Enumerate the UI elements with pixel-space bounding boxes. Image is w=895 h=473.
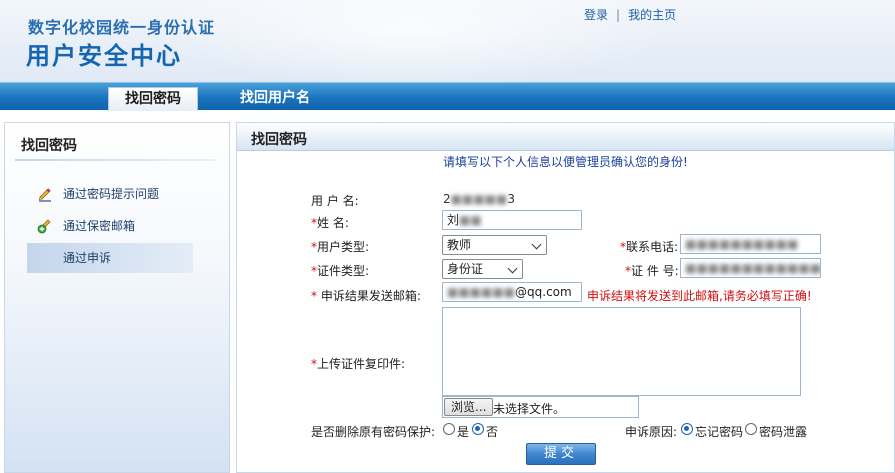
main-panel: 找回密码 请填写以下个人信息以便管理员确认您的身份! 用 户 名: 2■■■■■… <box>236 122 895 473</box>
sidebar-divider <box>15 159 215 161</box>
name-input[interactable]: 刘■■ <box>442 210 582 230</box>
app-root: 数字化校园统一身份认证 用户安全中心 登录 | 我的主页 找回密码 找回用户名 找回… <box>0 0 895 473</box>
submit-button[interactable]: 提交 <box>526 443 596 465</box>
header: 数字化校园统一身份认证 用户安全中心 登录 | 我的主页 <box>0 0 895 82</box>
pencil-icon <box>38 188 51 202</box>
usertype-value: 教师 <box>447 238 472 252</box>
username-value: 2■■■■■3 <box>443 192 515 206</box>
main-header: 找回密码 <box>237 123 894 151</box>
sidebar-item-appeal[interactable]: 通过申诉 <box>27 243 193 273</box>
email-input[interactable]: ■■■■■■@qq.com <box>442 282 582 302</box>
reason-forgot-label: 忘记密码 <box>695 425 744 439</box>
sidebar-item-label: 通过密码提示问题 <box>63 187 160 201</box>
usertype-label: *用户类型: <box>311 240 370 254</box>
phone-label: *联系电话: <box>620 240 679 254</box>
usertype-select[interactable]: 教师 <box>442 235 547 255</box>
username-value-head: 2 <box>443 192 451 206</box>
delete-no-radio[interactable] <box>472 423 484 435</box>
sidebar-title: 找回密码 <box>21 138 77 154</box>
upload-label: *上传证件复印件: <box>311 357 406 371</box>
chevron-down-icon <box>531 239 542 250</box>
name-redacted: ■■ <box>459 213 482 227</box>
delete-no-label: 否 <box>486 425 499 439</box>
tab-find-password[interactable]: 找回密码 <box>108 87 198 111</box>
username-label: 用 户 名: <box>311 194 359 208</box>
nav-bar: 找回密码 找回用户名 <box>0 82 895 111</box>
idtype-value: 身份证 <box>447 262 484 276</box>
name-label: *姓 名: <box>311 216 349 230</box>
top-links: 登录 | 我的主页 <box>584 6 676 23</box>
email-label: * 申诉结果发送邮箱: <box>311 289 421 303</box>
reason-leak-radio[interactable] <box>745 423 757 435</box>
chevron-down-icon <box>507 263 518 274</box>
email-value: @qq.com <box>515 285 572 299</box>
notice-text: 请填写以下个人信息以便管理员确认您的身份! <box>443 155 688 169</box>
sidebar-item-secure-email[interactable]: 通过保密邮箱 <box>27 211 193 241</box>
sidebar-item-password-question[interactable]: 通过密码提示问题 <box>27 179 193 209</box>
idno-redacted: ■■■■■■■■■■■■■ <box>685 261 821 275</box>
phone-input[interactable]: ■■■■■■■■■■ <box>680 234 821 254</box>
email-redacted: ■■■■■■ <box>447 285 516 299</box>
add-mail-icon <box>37 219 51 234</box>
system-subtitle: 数字化校园统一身份认证 <box>28 18 216 37</box>
idno-label: *证 件 号: <box>625 264 679 278</box>
idno-input[interactable]: ■■■■■■■■■■■■■7 <box>680 258 821 278</box>
delete-protection-label: 是否删除原有密码保护: <box>311 425 436 439</box>
link-separator: | <box>616 8 621 22</box>
tab-find-username[interactable]: 找回用户名 <box>224 87 326 111</box>
email-warning: 申诉结果将发送到此邮箱,请务必填写正确! <box>587 289 812 303</box>
reason-label: 申诉原因: <box>625 425 678 439</box>
delete-yes-radio[interactable] <box>443 423 455 435</box>
sidebar: 找回密码 通过密码提示问题 通过保密邮箱 通过申诉 <box>4 122 230 473</box>
file-input[interactable]: 浏览... 未选择文件。 <box>442 396 639 418</box>
my-homepage-link[interactable]: 我的主页 <box>628 8 676 22</box>
system-title: 用户安全中心 <box>26 42 182 70</box>
delete-yes-label: 是 <box>457 425 470 439</box>
phone-redacted: ■■■■■■■■■■ <box>685 237 799 251</box>
sidebar-item-label: 通过申诉 <box>63 251 112 265</box>
reason-forgot-radio[interactable] <box>681 423 693 435</box>
main-title: 找回密码 <box>251 132 307 148</box>
sidebar-item-label: 通过保密邮箱 <box>63 219 136 233</box>
username-redacted: ■■■■■ <box>450 192 508 206</box>
username-value-tail: 3 <box>507 192 515 206</box>
browse-button[interactable]: 浏览... <box>444 398 494 416</box>
idtype-select[interactable]: 身份证 <box>442 259 523 279</box>
upload-textarea[interactable] <box>442 307 801 396</box>
reason-leak-label: 密码泄露 <box>759 425 808 439</box>
login-link[interactable]: 登录 <box>584 8 608 22</box>
name-value: 刘 <box>447 213 460 227</box>
idtype-label: *证件类型: <box>311 264 370 278</box>
file-status: 未选择文件。 <box>493 402 566 416</box>
